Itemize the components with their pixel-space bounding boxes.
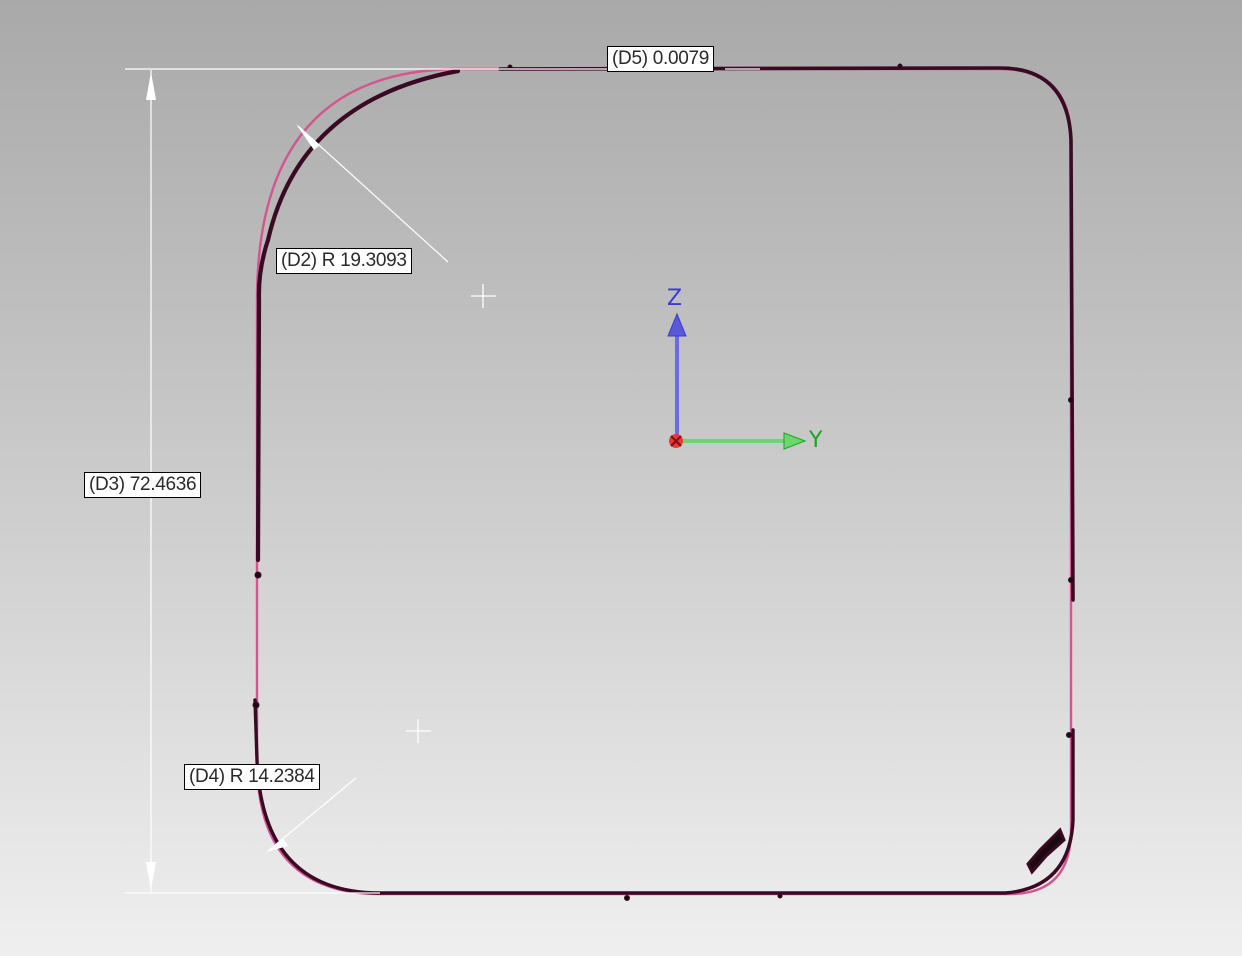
fitted-profile-curve[interactable] [255,67,1073,896]
axis-z-label: Z [667,286,683,311]
axis-z-arrow-icon [667,312,687,337]
dimension-arrow-bottom [146,862,156,890]
dimension-label-d5[interactable]: (D5) 0.0079 [607,46,715,72]
scan-point-cloud [252,63,1075,901]
dimension-label-d3[interactable]: (D3) 72.4636 [84,472,202,498]
axis-y-label: Y [809,428,823,453]
dimension-arrow-top [146,72,156,100]
dimension-label-d2[interactable]: (D2) R 19.3093 [276,248,412,274]
3d-viewport[interactable]: (D5) 0.0079 (D2) R 19.3093 (D3) 72.4636 … [0,0,1242,956]
radius-leader-d2[interactable] [297,125,449,263]
axis-y-arrow-icon [783,432,807,450]
arc-center-marker-d4 [406,719,431,743]
dimension-label-d4[interactable]: (D4) R 14.2384 [184,764,320,790]
coordinate-triad [667,312,807,450]
arc-center-marker-d2 [471,284,496,308]
